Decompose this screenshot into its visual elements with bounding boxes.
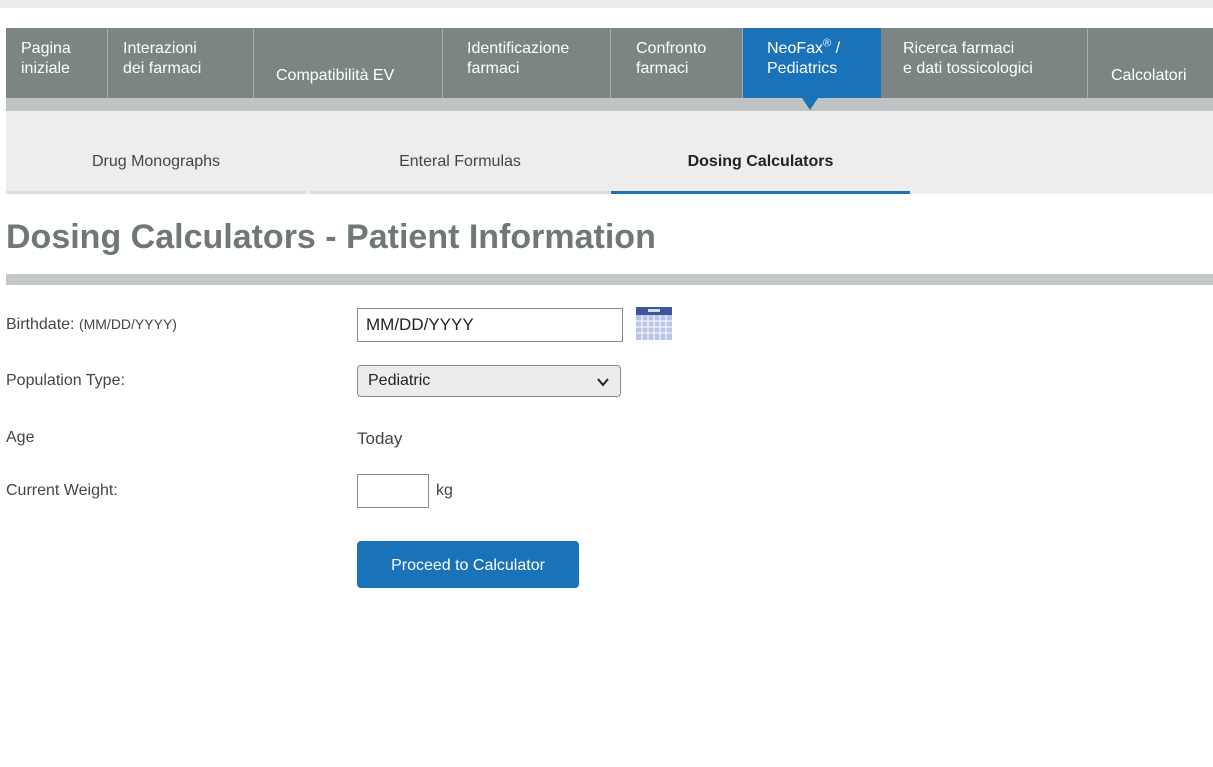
chevron-down-icon (597, 378, 609, 387)
birthdate-input[interactable] (357, 308, 623, 342)
population-type-label: Population Type: (6, 372, 125, 389)
nav-tab-label: dei farmaci (123, 60, 202, 77)
nav-tab-drug-comparison[interactable]: Confronto farmaci (611, 28, 743, 98)
nav-tab-drug-interactions[interactable]: Interazioni dei farmaci (108, 28, 254, 98)
nav-tab-label: Calcolatori (1111, 67, 1187, 84)
page-title: Dosing Calculators - Patient Information (6, 218, 656, 256)
weight-unit: kg (436, 482, 453, 499)
nav-tab-label: Pediatrics (767, 60, 838, 77)
nav-tab-label: farmaci (467, 60, 520, 77)
nav-tab-label: NeoFax® / (767, 37, 841, 57)
nav-tab-label: iniziale (21, 60, 70, 77)
proceed-to-calculator-button[interactable]: Proceed to Calculator (357, 541, 579, 588)
nav-tab-drug-search-toxicology[interactable]: Ricerca farmaci e dati tossicologici (881, 28, 1088, 98)
nav-bottom-bar (6, 98, 1213, 111)
active-tab-pointer (802, 98, 818, 110)
subtab-enteral-formulas[interactable]: Enteral Formulas (310, 111, 610, 194)
nav-tab-drug-identification[interactable]: Identificazione farmaci (443, 28, 611, 98)
nav-tab-label: Interazioni (123, 40, 197, 57)
nav-tab-home[interactable]: Pagina iniziale (6, 28, 108, 98)
age-label: Age (6, 429, 35, 446)
nav-tab-label: Pagina (21, 40, 71, 57)
nav-tab-label: e dati tossicologici (903, 60, 1033, 77)
nav-tab-neofax-pediatrics[interactable]: NeoFax® / Pediatrics (743, 28, 881, 98)
nav-tab-label: Ricerca farmaci (903, 40, 1015, 57)
subtab-dosing-calculators[interactable]: Dosing Calculators (611, 111, 910, 194)
browser-top-strip (0, 0, 1213, 8)
current-weight-label: Current Weight: (6, 482, 118, 499)
nav-tab-iv-compatibility[interactable]: Compatibilità EV (254, 28, 443, 98)
nav-tab-label: Compatibilità EV (276, 67, 395, 84)
nav-tab-label: farmaci (636, 60, 689, 77)
nav-tab-label: Identificazione (467, 40, 570, 57)
nav-tab-label: Confronto (636, 40, 707, 57)
current-weight-input[interactable] (357, 474, 429, 508)
calendar-icon[interactable] (636, 307, 672, 340)
subtab-drug-monographs[interactable]: Drug Monographs (6, 111, 306, 194)
main-nav: Pagina iniziale Interazioni dei farmaci … (6, 28, 1213, 98)
birthdate-format-hint: (MM/DD/YYYY) (78, 316, 177, 332)
population-type-value: Pediatric (368, 372, 431, 389)
population-type-select[interactable]: Pediatric (357, 365, 621, 397)
title-divider (6, 274, 1213, 285)
registered-mark: ® (823, 37, 832, 50)
nav-tab-calculators[interactable]: Calcolatori (1088, 28, 1213, 98)
birthdate-label: Birthdate: (MM/DD/YYYY) (6, 316, 177, 333)
sub-nav: Drug Monographs Enteral Formulas Dosing … (6, 111, 1213, 194)
age-value: Today (357, 429, 403, 448)
